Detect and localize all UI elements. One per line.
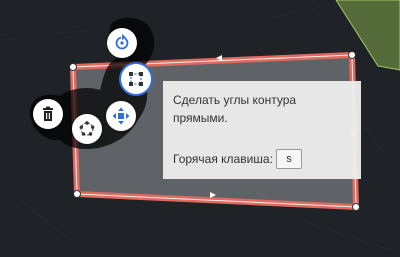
delete-icon [43,106,53,121]
vertex-node[interactable] [352,203,360,211]
operation-tooltip: Сделать углы контура прямыми. Горячая кл… [163,81,361,179]
circularize-icon [79,121,95,136]
delete-button[interactable] [33,99,63,129]
hotkey-row: Горячая клавиша: s [173,149,302,169]
square-corners-button[interactable] [121,64,151,94]
vertex-node[interactable] [73,190,81,198]
map-editor-canvas[interactable]: Сделать углы контура прямыми. Горячая кл… [0,0,400,257]
square-corners-icon [129,72,143,86]
tooltip-description: Сделать углы контура прямыми. [173,93,297,125]
rotate-button[interactable] [107,28,137,58]
rotate-icon [115,34,129,50]
vertex-node[interactable] [348,51,356,59]
vertex-node[interactable] [69,63,77,71]
hotkey-label: Горячая клавиша: [173,152,273,166]
circularize-button[interactable] [72,114,102,144]
move-button[interactable] [106,101,136,131]
move-icon [112,107,130,125]
hotkey-key: s [275,149,302,169]
